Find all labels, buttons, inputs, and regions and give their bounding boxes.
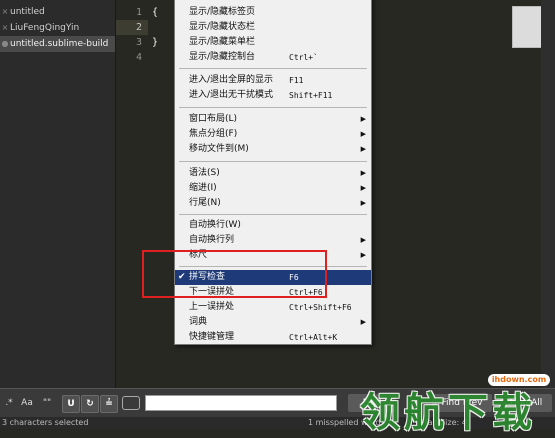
menu-item-word-wrap[interactable]: 自动换行(W) <box>175 218 371 233</box>
code-line[interactable]: } <box>152 35 158 50</box>
sidebar-item-sublime-build[interactable]: ● untitled.sublime-build <box>0 36 115 52</box>
menu-item-shortcut: Ctrl+Alt+K <box>289 333 338 342</box>
menu-item-label: 进入/退出全屏的显示 <box>189 75 274 85</box>
sidebar: × untitled × LiuFengQingYin ● untitled.subl… <box>0 0 116 388</box>
sidebar-item-untitled[interactable]: × untitled <box>0 4 115 20</box>
menu-item-label: 词典 <box>189 317 208 327</box>
menu-item-label: 进入/退出无干扰模式 <box>189 90 274 100</box>
menu-item-label: 显示/隐藏标签页 <box>189 7 256 17</box>
line-gutter: 1 2 3 4 <box>116 0 148 388</box>
highlight-matches-icon[interactable]: ≟ <box>100 395 118 413</box>
menu-item-label: 显示/隐藏控制台 <box>189 52 256 62</box>
menu-item-shortcut: Ctrl+` <box>289 53 318 62</box>
menu-item-indentation[interactable]: 缩进(I) ▶ <box>175 181 371 196</box>
menu-item-fullscreen[interactable]: 进入/退出全屏的显示 F11 <box>175 73 371 88</box>
submenu-arrow-icon: ▶ <box>360 130 366 138</box>
menu-item-label: 语法(S) <box>189 168 220 178</box>
menu-item-shortcut: Shift+F11 <box>289 91 333 100</box>
menu-item-layout[interactable]: 窗口布局(L) ▶ <box>175 112 371 127</box>
case-sensitive-toggle-button[interactable]: Aa <box>18 395 36 411</box>
menu-item-prev-misspelling[interactable]: 上一误拼处 Ctrl+Shift+F6 <box>175 300 371 315</box>
line-number: 4 <box>135 52 142 63</box>
submenu-arrow-icon: ▶ <box>360 184 366 192</box>
submenu-arrow-icon: ▶ <box>360 236 366 244</box>
minimap[interactable] <box>512 6 544 48</box>
menu-item-label: 焦点分组(F) <box>189 129 238 139</box>
watermark-url: ihdown.com <box>488 374 550 386</box>
menu-item-toggle-tabs[interactable]: 显示/隐藏标签页 <box>175 5 371 20</box>
regex-toggle-button[interactable]: .* <box>2 395 16 411</box>
menu-item-toggle-console[interactable]: 显示/隐藏控制台 Ctrl+` <box>175 50 371 65</box>
sidebar-item-label: LiuFengQingYin <box>10 23 80 33</box>
menu-item-label: 上一误拼处 <box>189 302 235 312</box>
submenu-arrow-icon: ▶ <box>360 145 366 153</box>
menu-item-label: 显示/隐藏菜单栏 <box>189 37 256 47</box>
submenu-arrow-icon: ▶ <box>360 251 366 259</box>
menu-item-shortcut: Ctrl+Shift+F6 <box>289 303 352 312</box>
file-icon: × <box>1 7 9 16</box>
selection-status: 3 characters selected <box>2 418 89 427</box>
menu-item-word-wrap-column[interactable]: 自动换行列 ▶ <box>175 233 371 248</box>
highlight-annotation-box <box>142 250 327 298</box>
menu-separator <box>179 68 367 69</box>
line-number: 2 <box>116 20 148 35</box>
menu-item-label: 缩进(I) <box>189 183 217 193</box>
menu-item-move-file[interactable]: 移动文件到(M) ▶ <box>175 142 371 157</box>
submenu-arrow-icon: ▶ <box>360 199 366 207</box>
sidebar-item-label: untitled <box>10 7 45 17</box>
submenu-arrow-icon: ▶ <box>360 115 366 123</box>
menu-item-label: 移动文件到(M) <box>189 144 249 154</box>
context-toggle-icon[interactable] <box>122 396 140 410</box>
code-line[interactable]: { <box>152 5 158 20</box>
sidebar-item-label: untitled.sublime-build <box>10 39 109 49</box>
watermark-logo-text: 领航下载 <box>360 390 536 436</box>
menu-item-label: 自动换行列 <box>189 235 235 245</box>
menu-item-keybinding-manager[interactable]: 快捷键管理 Ctrl+Alt+K <box>175 330 371 345</box>
file-icon: × <box>1 23 9 32</box>
menu-item-label: 显示/隐藏状态栏 <box>189 22 256 32</box>
menu-item-shortcut: F11 <box>289 76 304 85</box>
menu-item-dictionary[interactable]: 词典 ▶ <box>175 315 371 330</box>
menu-separator <box>179 214 367 215</box>
whole-word-toggle-button[interactable]: "" <box>38 395 56 411</box>
menu-item-focus-group[interactable]: 焦点分组(F) ▶ <box>175 127 371 142</box>
menu-item-label: 行尾(N) <box>189 198 221 208</box>
menu-item-toggle-status-bar[interactable]: 显示/隐藏状态栏 <box>175 20 371 35</box>
menu-item-label: 自动换行(W) <box>189 220 241 230</box>
line-number: 1 <box>135 7 142 18</box>
menu-separator <box>179 107 367 108</box>
vertical-scrollbar[interactable] <box>541 0 555 388</box>
menu-item-toggle-menu-bar[interactable]: 显示/隐藏菜单栏 <box>175 35 371 50</box>
file-dot-icon: ● <box>1 39 9 48</box>
submenu-arrow-icon: ▶ <box>360 318 366 326</box>
wrap-toggle-icon[interactable]: ↻ <box>81 395 99 413</box>
sidebar-item-liufengqingyin[interactable]: × LiuFengQingYin <box>0 20 115 36</box>
menu-item-label: 窗口布局(L) <box>189 114 238 124</box>
menu-separator <box>179 161 367 162</box>
in-selection-toggle-icon[interactable]: U <box>62 395 80 413</box>
find-input[interactable] <box>145 395 337 411</box>
menu-item-syntax[interactable]: 语法(S) ▶ <box>175 166 371 181</box>
line-number: 3 <box>135 37 142 48</box>
menu-item-label: 快捷键管理 <box>189 332 235 342</box>
menu-item-line-endings[interactable]: 行尾(N) ▶ <box>175 196 371 211</box>
submenu-arrow-icon: ▶ <box>360 169 366 177</box>
menu-item-distraction-free[interactable]: 进入/退出无干扰模式 Shift+F11 <box>175 88 371 103</box>
